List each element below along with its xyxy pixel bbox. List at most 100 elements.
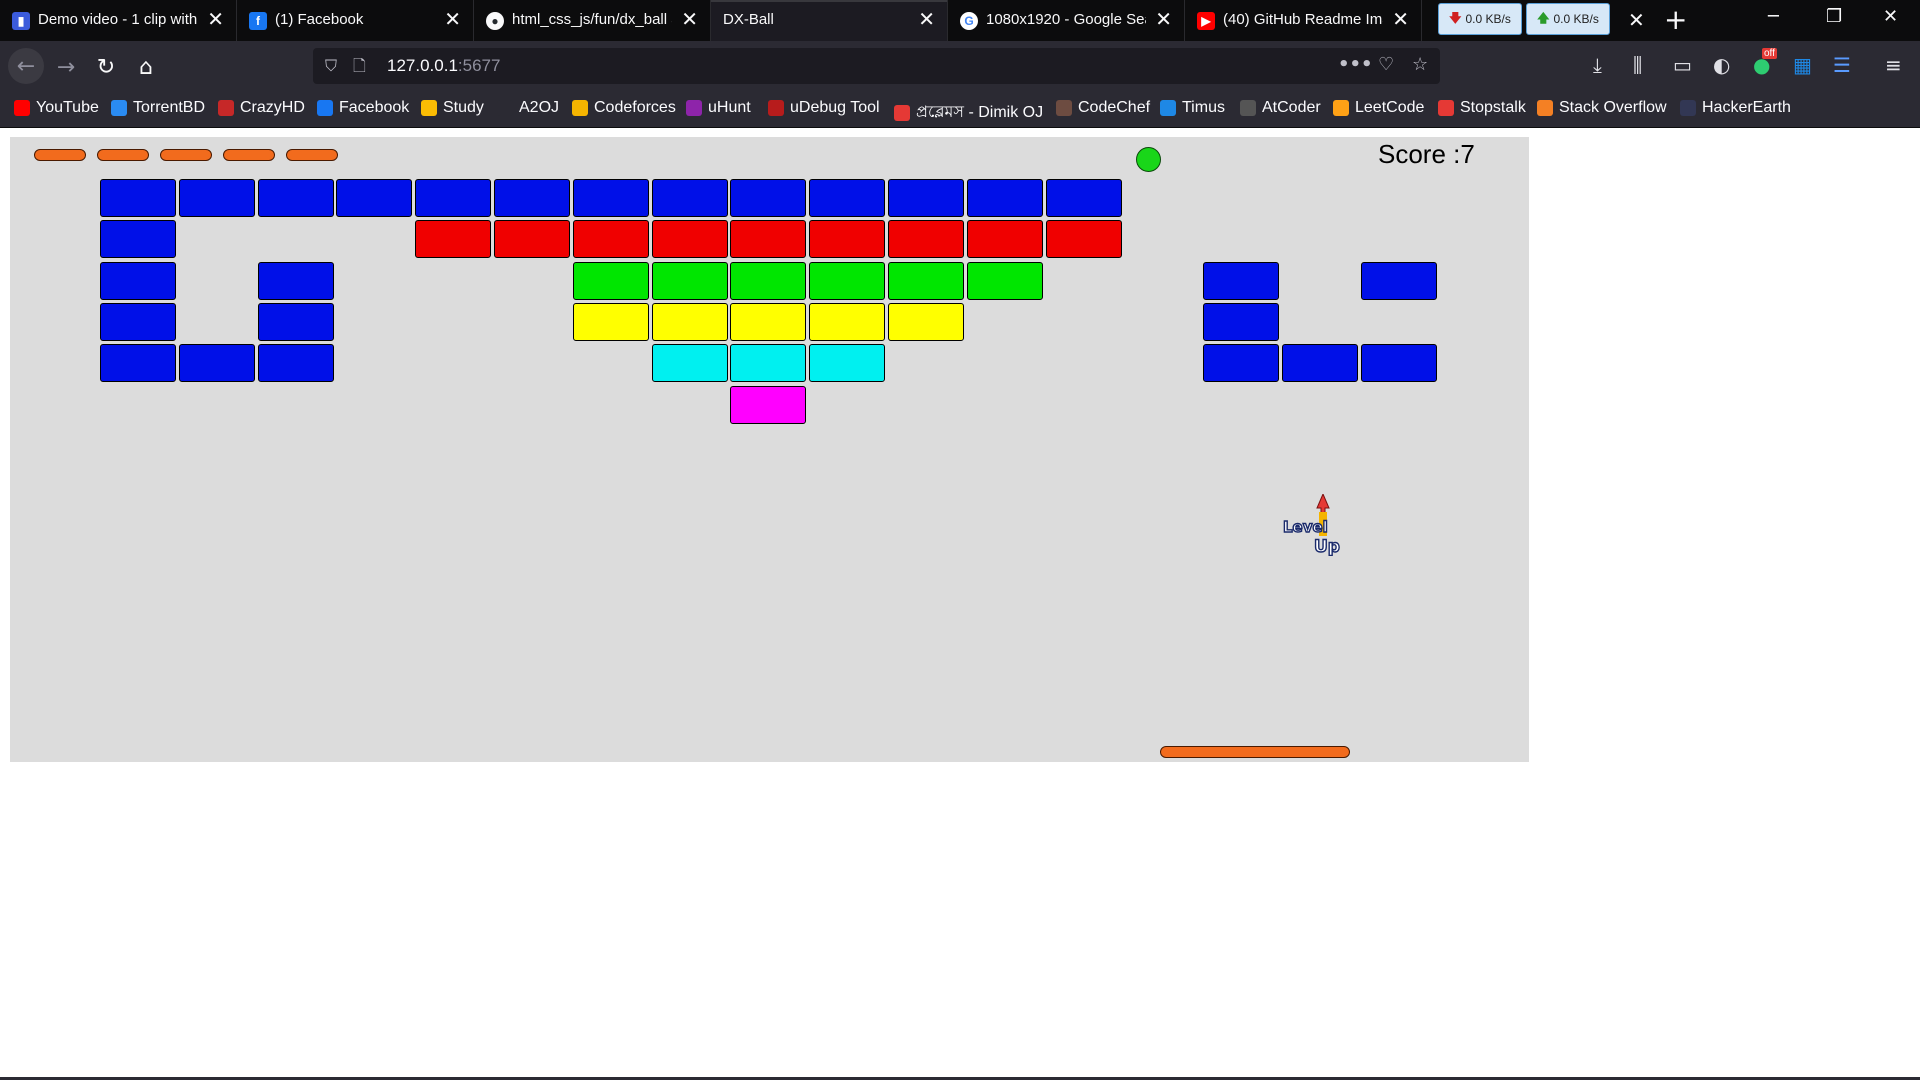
bookmark-timus[interactable]: Timus bbox=[1160, 99, 1225, 117]
brick-yellow bbox=[572, 302, 649, 341]
bookmark-study[interactable]: Study bbox=[421, 99, 484, 117]
pocket-icon[interactable]: ♡ bbox=[1378, 54, 1394, 75]
bookmark-label: HackerEarth bbox=[1702, 99, 1791, 116]
brick-magenta bbox=[730, 385, 807, 424]
brick-blue bbox=[1203, 344, 1280, 383]
facebook-icon bbox=[317, 100, 333, 116]
close-icon[interactable]: ✕ bbox=[918, 8, 935, 30]
window-close-button[interactable]: ✕ bbox=[1883, 6, 1898, 27]
brick-blue bbox=[1282, 344, 1358, 383]
bookmark-leetcode[interactable]: LeetCode bbox=[1333, 99, 1424, 117]
brick-yellow bbox=[809, 302, 886, 341]
minimize-button[interactable]: ─ bbox=[1768, 6, 1779, 27]
a2oj-icon bbox=[497, 100, 513, 116]
sidebar-icon[interactable]: ▭ bbox=[1673, 53, 1692, 77]
close-icon[interactable]: ✕ bbox=[1628, 8, 1645, 32]
paddle[interactable] bbox=[1160, 746, 1350, 758]
tab-google-search[interactable]: G 1080x1920 - Google Sea ✕ bbox=[948, 0, 1185, 41]
brick-blue bbox=[257, 179, 334, 217]
brick-cyan bbox=[809, 344, 886, 383]
bookmark-stack-overflow[interactable]: Stack Overflow bbox=[1537, 99, 1667, 117]
bookmark-udebug-tool[interactable]: uDebug Tool bbox=[768, 99, 880, 117]
upload-arrow-icon: 🡅 bbox=[1537, 10, 1550, 25]
brick-blue bbox=[257, 302, 334, 341]
tab-facebook[interactable]: f (1) Facebook ✕ bbox=[237, 0, 474, 41]
udebug-icon bbox=[768, 100, 784, 116]
bookmark-codechef[interactable]: CodeChef bbox=[1056, 99, 1150, 117]
uhunt-icon bbox=[686, 100, 702, 116]
url-text[interactable]: 127.0.0.1:5677 bbox=[387, 56, 500, 76]
bookmark-dimik-oj[interactable]: প্রব্লেমস - Dimik OJ bbox=[894, 99, 1043, 126]
library-icon[interactable]: ⫼ bbox=[1633, 53, 1642, 77]
level-up-powerup-icon: Level Up bbox=[1281, 492, 1347, 558]
extension-globe-icon[interactable]: ◐ bbox=[1713, 53, 1730, 77]
ball bbox=[1136, 147, 1161, 172]
brick-blue bbox=[809, 179, 886, 217]
new-tab-button[interactable]: + bbox=[1664, 4, 1687, 36]
back-button[interactable]: ← bbox=[8, 48, 44, 84]
tab-strip: ▮ Demo video - 1 clip with ✕ f (1) Faceb… bbox=[0, 0, 1920, 41]
bookmark-label: Study bbox=[443, 99, 484, 116]
extension-chart-icon[interactable]: ▦ bbox=[1793, 53, 1812, 77]
close-icon[interactable]: ✕ bbox=[1392, 8, 1409, 30]
download-speed: 🡇 0.0 KB/s bbox=[1438, 3, 1522, 35]
crazyhd-icon bbox=[218, 100, 234, 116]
tab-title: Demo video - 1 clip with bbox=[38, 11, 198, 28]
address-bar[interactable]: ⛉ 🗋 127.0.0.1:5677 ••• ♡ ☆ bbox=[313, 48, 1440, 84]
bookmarks-toolbar: YouTube TorrentBD CrazyHD Facebook Study A2OJ… bbox=[0, 91, 1920, 128]
brick-red bbox=[888, 220, 964, 259]
tab-github[interactable]: ● html_css_js/fun/dx_ball at ✕ bbox=[474, 0, 711, 41]
brick-blue bbox=[100, 344, 176, 383]
brick-cyan bbox=[730, 344, 807, 383]
bookmark-torrentbd[interactable]: TorrentBD bbox=[111, 99, 205, 117]
leetcode-icon bbox=[1333, 100, 1349, 116]
codechef-icon bbox=[1056, 100, 1072, 116]
extension-list-icon[interactable]: ☰ bbox=[1833, 53, 1851, 77]
tab-dx-ball[interactable]: DX-Ball ✕ bbox=[711, 0, 948, 41]
page-actions-menu-icon[interactable]: ••• bbox=[1338, 54, 1373, 75]
tab-youtube[interactable]: ▶ (40) GitHub Readme Ima ✕ bbox=[1185, 0, 1422, 41]
brick-blue bbox=[100, 261, 176, 300]
life-paddle-icon bbox=[160, 149, 212, 161]
bookmark-uhunt[interactable]: uHunt bbox=[686, 99, 751, 117]
bookmark-facebook[interactable]: Facebook bbox=[317, 99, 409, 117]
bookmark-atcoder[interactable]: AtCoder bbox=[1240, 99, 1321, 117]
close-icon[interactable]: ✕ bbox=[207, 8, 224, 30]
bookmark-youtube[interactable]: YouTube bbox=[14, 99, 99, 117]
brick-blue bbox=[651, 179, 728, 217]
bookmark-label: Facebook bbox=[339, 99, 410, 116]
forward-button[interactable]: → bbox=[50, 51, 82, 83]
bookmark-a2oj[interactable]: A2OJ bbox=[497, 99, 559, 117]
score-display: Score :7 bbox=[1378, 139, 1475, 169]
bookmark-codeforces[interactable]: Codeforces bbox=[572, 99, 676, 117]
downloads-icon[interactable]: ⤓ bbox=[1593, 53, 1602, 77]
brick-red bbox=[415, 220, 492, 259]
bookmark-star-icon[interactable]: ☆ bbox=[1412, 54, 1428, 75]
page-info-icon[interactable]: 🗋 bbox=[353, 55, 366, 82]
life-paddle-icon bbox=[223, 149, 275, 161]
close-icon[interactable]: ✕ bbox=[1155, 8, 1172, 30]
tab-demo-video[interactable]: ▮ Demo video - 1 clip with ✕ bbox=[0, 0, 237, 41]
app-menu-icon[interactable]: ≡ bbox=[1885, 53, 1902, 77]
network-speed-widget: 🡇 0.0 KB/s 🡅 0.0 KB/s bbox=[1438, 3, 1610, 35]
home-button[interactable]: ⌂ bbox=[130, 51, 162, 83]
close-icon[interactable]: ✕ bbox=[681, 8, 698, 30]
bookmark-stopstalk[interactable]: Stopstalk bbox=[1438, 99, 1526, 117]
game-canvas[interactable]: Score :7 Level Up bbox=[10, 137, 1529, 762]
bookmark-label: Codeforces bbox=[594, 99, 676, 116]
reload-button[interactable]: ↻ bbox=[90, 51, 122, 83]
stopstalk-icon bbox=[1438, 100, 1454, 116]
close-icon[interactable]: ✕ bbox=[444, 8, 461, 30]
brick-blue bbox=[1203, 302, 1280, 341]
bookmark-label: CrazyHD bbox=[240, 99, 305, 116]
brick-yellow bbox=[651, 302, 728, 341]
level-up-text-top: Level bbox=[1283, 518, 1328, 536]
dimik-icon bbox=[894, 104, 910, 121]
bookmark-crazyhd[interactable]: CrazyHD bbox=[218, 99, 305, 117]
tracking-protection-shield-icon[interactable]: ⛉ bbox=[325, 56, 337, 76]
bookmark-hackerearth[interactable]: HackerEarth bbox=[1680, 99, 1791, 117]
brick-blue bbox=[1203, 261, 1280, 300]
restore-button[interactable]: ❐ bbox=[1826, 6, 1842, 27]
facebook-icon: f bbox=[249, 12, 267, 30]
brick-red bbox=[572, 220, 649, 259]
